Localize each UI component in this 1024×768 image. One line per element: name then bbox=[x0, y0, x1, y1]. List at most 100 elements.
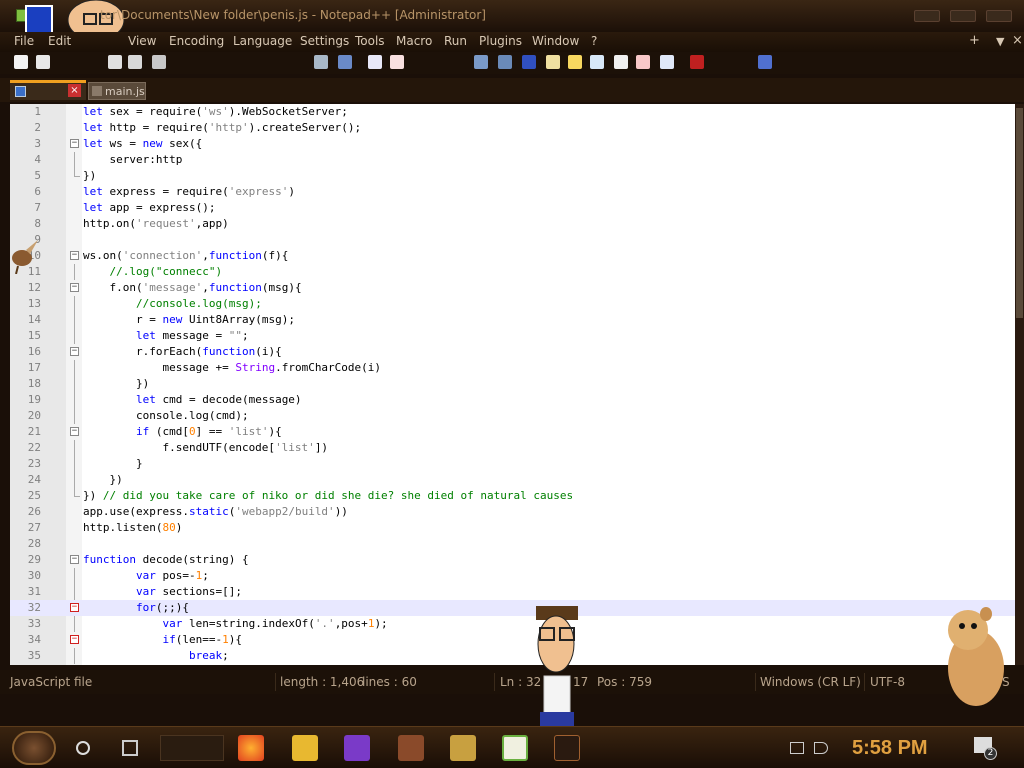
vertical-scrollbar[interactable] bbox=[1015, 104, 1024, 665]
fold-toggle-icon[interactable]: − bbox=[70, 635, 79, 644]
close-button[interactable] bbox=[986, 10, 1012, 22]
menu-window[interactable]: Window bbox=[532, 34, 579, 48]
minimize-button[interactable] bbox=[914, 10, 940, 22]
menu-language[interactable]: Language bbox=[233, 34, 292, 48]
code-line[interactable]: 29 − function decode(string) { bbox=[10, 552, 1015, 568]
media-app-icon[interactable] bbox=[554, 735, 580, 761]
dog-app-icon[interactable] bbox=[450, 735, 476, 761]
code-line[interactable]: 26 app.use(express.static('webapp2/build'… bbox=[10, 504, 1015, 520]
code-line[interactable]: 10− ws.on('connection',function(f){ bbox=[10, 248, 1015, 264]
status-encoding[interactable]: UTF-8 bbox=[870, 675, 905, 689]
code-line[interactable]: 19 let cmd = decode(message) bbox=[10, 392, 1015, 408]
code-line[interactable]: 34 − if(len==-1){ bbox=[10, 632, 1015, 648]
code-line[interactable]: 23 } bbox=[10, 456, 1015, 472]
menu-macro[interactable]: Macro bbox=[396, 34, 432, 48]
volume-icon[interactable] bbox=[814, 742, 828, 754]
code-line[interactable]: 24 }) bbox=[10, 472, 1015, 488]
code-line[interactable]: 32 − for(;;){ bbox=[10, 600, 1015, 616]
notepad-plus-plus-icon[interactable] bbox=[502, 735, 528, 761]
code-line[interactable]: 11 //.log("connecc") bbox=[10, 264, 1015, 280]
maximize-button[interactable] bbox=[950, 10, 976, 22]
fold-toggle-icon[interactable]: − bbox=[70, 347, 79, 356]
code-line[interactable]: 16 − r.forEach(function(i){ bbox=[10, 344, 1015, 360]
find-icon[interactable] bbox=[314, 55, 328, 69]
run-macro-icon[interactable] bbox=[758, 55, 772, 69]
scrollbar-thumb[interactable] bbox=[1016, 108, 1023, 318]
file-explorer-icon[interactable] bbox=[292, 735, 318, 761]
indent-guide-icon[interactable] bbox=[522, 55, 536, 69]
close-icon[interactable]: × bbox=[1012, 33, 1023, 48]
code-line[interactable]: 12 − f.on('message',function(msg){ bbox=[10, 280, 1015, 296]
zoom-in-icon[interactable] bbox=[368, 55, 382, 69]
code-line[interactable]: 22 f.sendUTF(encode['list']) bbox=[10, 440, 1015, 456]
menu-file[interactable]: File bbox=[14, 34, 34, 48]
code-line[interactable]: 35 break; bbox=[10, 648, 1015, 664]
code-line[interactable]: 31 var sections=[]; bbox=[10, 584, 1015, 600]
code-line[interactable]: 13 //console.log(msg); bbox=[10, 296, 1015, 312]
eye-icon[interactable] bbox=[660, 55, 674, 69]
code-line[interactable]: 33 var len=string.indexOf('.',pos+1); bbox=[10, 616, 1015, 632]
taskbar-search[interactable] bbox=[160, 735, 224, 761]
firefox-icon[interactable] bbox=[238, 735, 264, 761]
fold-toggle-icon[interactable]: − bbox=[70, 603, 79, 612]
cortana-icon[interactable] bbox=[76, 741, 90, 755]
code-line[interactable]: 7 let app = express(); bbox=[10, 200, 1015, 216]
folder-workspace-icon[interactable] bbox=[614, 55, 628, 69]
fold-toggle-icon[interactable]: − bbox=[70, 139, 79, 148]
monitor-icon[interactable] bbox=[636, 55, 650, 69]
task-view-icon[interactable] bbox=[122, 740, 138, 756]
menu-settings[interactable]: Settings bbox=[300, 34, 349, 48]
network-icon[interactable] bbox=[790, 742, 804, 754]
tab-main-js[interactable]: main.js bbox=[88, 82, 146, 100]
record-macro-icon[interactable] bbox=[690, 55, 704, 69]
wrap-icon[interactable] bbox=[474, 55, 488, 69]
fold-toggle-icon[interactable]: − bbox=[70, 283, 79, 292]
code-line[interactable]: 28 bbox=[10, 536, 1015, 552]
menu-help[interactable]: ? bbox=[591, 34, 597, 48]
code-line[interactable]: 25}) // did you take care of niko or did… bbox=[10, 488, 1015, 504]
print-icon[interactable] bbox=[152, 55, 166, 69]
fold-toggle-icon[interactable]: − bbox=[70, 555, 79, 564]
menu-view[interactable]: View bbox=[128, 34, 156, 48]
tab-close-icon[interactable]: × bbox=[68, 84, 81, 97]
code-line[interactable]: 1 let sex = require('ws').WebSocketServer… bbox=[10, 104, 1015, 120]
chevron-down-icon[interactable]: ▼ bbox=[996, 35, 1004, 48]
code-line[interactable]: 3 − let ws = new sex({ bbox=[10, 136, 1015, 152]
start-button[interactable] bbox=[12, 731, 56, 765]
define-language-icon[interactable] bbox=[546, 55, 560, 69]
code-line[interactable]: 18 }) bbox=[10, 376, 1015, 392]
save-icon[interactable] bbox=[108, 55, 122, 69]
code-line[interactable]: 6 let express = require('express') bbox=[10, 184, 1015, 200]
new-file-icon[interactable] bbox=[14, 55, 28, 69]
game-app-icon[interactable] bbox=[398, 735, 424, 761]
save-all-icon[interactable] bbox=[128, 55, 142, 69]
doc-map-icon[interactable] bbox=[568, 55, 582, 69]
plus-icon[interactable]: + bbox=[969, 33, 980, 48]
show-all-chars-icon[interactable] bbox=[498, 55, 512, 69]
menu-encoding[interactable]: Encoding bbox=[169, 34, 224, 48]
code-line[interactable]: 20 console.log(cmd); bbox=[10, 408, 1015, 424]
code-line[interactable]: 2 let http = require('http').createServer… bbox=[10, 120, 1015, 136]
code-line[interactable]: 27 http.listen(80) bbox=[10, 520, 1015, 536]
function-list-icon[interactable] bbox=[590, 55, 604, 69]
status-eol[interactable]: Windows (CR LF) bbox=[760, 675, 861, 689]
open-file-icon[interactable] bbox=[36, 55, 50, 69]
menu-plugins[interactable]: Plugins bbox=[479, 34, 522, 48]
code-editor[interactable]: 1 let sex = require('ws').WebSocketServer… bbox=[10, 104, 1015, 665]
replace-icon[interactable] bbox=[338, 55, 352, 69]
code-line[interactable]: 4 server:http bbox=[10, 152, 1015, 168]
code-line[interactable]: 21 − if (cmd[0] == 'list'){ bbox=[10, 424, 1015, 440]
clock[interactable]: 5:58 PM bbox=[852, 737, 928, 760]
code-line[interactable]: 5}) bbox=[10, 168, 1015, 184]
fold-toggle-icon[interactable]: − bbox=[70, 251, 79, 260]
zoom-out-icon[interactable] bbox=[390, 55, 404, 69]
code-line[interactable]: 17 message += String.fromCharCode(i) bbox=[10, 360, 1015, 376]
code-line[interactable]: 14 r = new Uint8Array(msg); bbox=[10, 312, 1015, 328]
menu-edit[interactable]: Edit bbox=[48, 34, 71, 48]
code-line[interactable]: 15 let message = ""; bbox=[10, 328, 1015, 344]
visual-studio-icon[interactable] bbox=[344, 735, 370, 761]
tab-penis-js[interactable]: × bbox=[10, 80, 86, 100]
code-line[interactable]: 30 var pos=-1; bbox=[10, 568, 1015, 584]
fold-toggle-icon[interactable]: − bbox=[70, 427, 79, 436]
code-line[interactable]: 9 bbox=[10, 232, 1015, 248]
